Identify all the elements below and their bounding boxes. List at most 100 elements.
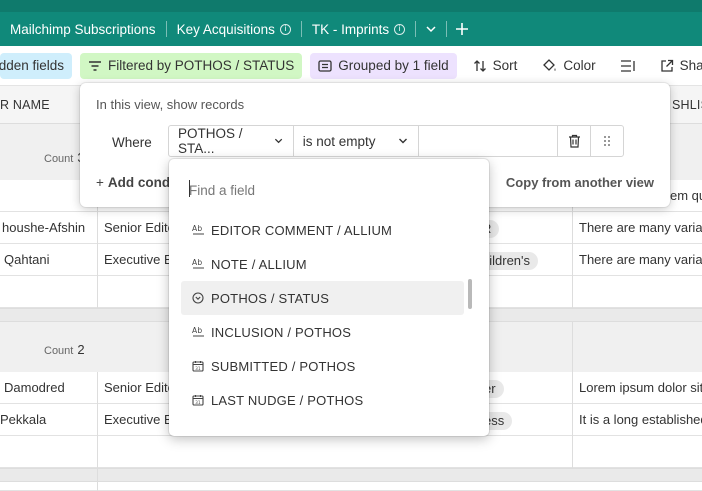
filter-popover-title: In this view, show records [96, 97, 245, 112]
table-row[interactable] [0, 482, 702, 491]
group-icon [318, 59, 332, 72]
field-option-label: EDITOR COMMENT / ALLIUM [211, 222, 393, 238]
column-header-publisher[interactable]: SHLIS [672, 98, 702, 112]
svg-text:Ab: Ab [192, 326, 202, 335]
group-count: Count 2 [44, 342, 85, 357]
more-tables-button[interactable] [416, 12, 446, 46]
cell-description: There are many variat [579, 220, 702, 235]
filter-button[interactable]: Filtered by POTHOS / STATUS [80, 52, 303, 79]
color-button[interactable]: Color [533, 53, 603, 79]
operator-select-value: is not empty [302, 133, 376, 149]
dropdown-scrollbar[interactable] [468, 279, 472, 309]
chevron-down-icon [426, 26, 436, 33]
cell-description: It is a long established [579, 412, 702, 427]
svg-text:Ab: Ab [192, 224, 202, 233]
share-icon [661, 59, 673, 72]
tab-key-acquisitions[interactable]: Key Acquisitions i [167, 12, 301, 46]
cell-name: houshe-Afshin [2, 220, 86, 235]
add-condition-button[interactable]: + Add cond [96, 175, 170, 190]
chevron-down-icon [398, 138, 407, 144]
field-option[interactable]: Ab EDITOR COMMENT / ALLIUM [181, 213, 464, 247]
field-option-label: POTHOS / STATUS [211, 290, 330, 306]
field-option[interactable]: Ab NOTE / ALLIUM [181, 247, 464, 281]
calendar-icon: 31 [191, 359, 205, 373]
field-options-list: 31LAST ED. COMM / ALLIUMAbEDITOR COMMENT… [181, 189, 464, 429]
field-option[interactable]: POTHOS / STATUS [181, 281, 464, 315]
delete-condition-button[interactable] [558, 126, 592, 156]
sort-button[interactable]: Sort [465, 53, 526, 79]
share-button[interactable]: Share an [652, 53, 702, 79]
cell-name: Damodred [4, 380, 65, 395]
svg-text:31: 31 [195, 400, 201, 405]
operator-select[interactable]: is not empty [294, 126, 419, 156]
tab-label: Mailchimp Subscriptions [10, 21, 156, 37]
field-option[interactable]: 31 LAST NUDGE / POTHOS [181, 383, 464, 417]
field-select[interactable]: POTHOS / STA... [169, 126, 294, 156]
column-header-name[interactable]: R NAME [0, 98, 50, 112]
empty-row[interactable] [0, 436, 702, 468]
column-divider [572, 322, 573, 469]
cell-description: Lorem ipsum dolor sit [579, 380, 702, 395]
svg-text:Ab: Ab [192, 258, 202, 267]
row-height-icon [620, 59, 635, 72]
table-tab-bar: Mailchimp Subscriptions Key Acquisitions… [0, 12, 702, 46]
paint-bucket-icon [543, 58, 556, 71]
field-option[interactable]: Ab INCLUSION / POTHOS [181, 315, 464, 349]
calendar-icon: 31 [191, 393, 205, 407]
hidden-fields-label: dden fields [0, 58, 64, 73]
filter-label: Filtered by POTHOS / STATUS [108, 58, 295, 73]
text-caret [189, 180, 190, 197]
info-icon: i [279, 23, 291, 35]
add-condition-label: Add cond [107, 175, 171, 190]
field-option-label: INCLUSION / POTHOS [211, 324, 352, 340]
chevron-down-icon [274, 138, 282, 144]
cell-description: There are many variat [579, 252, 702, 267]
where-label: Where [112, 135, 152, 150]
field-dropdown: 31LAST ED. COMM / ALLIUMAbEDITOR COMMENT… [169, 159, 489, 436]
color-label: Color [563, 58, 596, 73]
field-option[interactable]: 31 SUBMITTED / POTHOS [181, 349, 464, 383]
cell-title: Senior Edito [104, 380, 175, 395]
group-label: Grouped by 1 field [338, 58, 449, 73]
group-button[interactable]: Grouped by 1 field [310, 52, 457, 79]
cell-description: em qu [670, 188, 702, 203]
drag-condition-handle[interactable] [591, 126, 623, 156]
plus-icon: + [96, 175, 104, 190]
drag-handle-icon [604, 136, 611, 146]
field-option-label: NOTE / ALLIUM [211, 256, 307, 272]
app-top-strip [0, 0, 702, 12]
group-separator [0, 468, 702, 482]
field-select-value: POTHOS / STA... [178, 126, 243, 156]
field-option-label: LAST NUDGE / POTHOS [211, 392, 364, 408]
filter-value-input[interactable] [419, 126, 559, 156]
single-select-icon [191, 291, 205, 305]
add-table-button[interactable] [447, 12, 477, 46]
tab-tk-imprints[interactable]: TK - Imprints i [302, 12, 415, 46]
group-count: Count3 [44, 150, 85, 165]
cell-name: Qahtani [4, 252, 50, 267]
copy-from-view-button[interactable]: Copy from another view [506, 175, 654, 190]
tab-label: Key Acquisitions [176, 21, 275, 37]
long-text-icon: Ab [191, 325, 205, 339]
filter-icon [89, 60, 101, 71]
tab-mailchimp-subscriptions[interactable]: Mailchimp Subscriptions [0, 12, 166, 46]
find-field-container [181, 173, 471, 207]
field-option-label: SUBMITTED / POTHOS [211, 358, 356, 374]
cell-title: Executive E [104, 412, 173, 427]
trash-icon [568, 134, 580, 148]
column-divider [97, 372, 98, 491]
cell-title: Senior Edito [104, 220, 175, 235]
long-text-icon: Ab [191, 257, 205, 271]
row-height-button[interactable] [612, 53, 644, 79]
svg-text:31: 31 [195, 366, 201, 371]
cell-title: Executive E [104, 252, 173, 267]
plus-icon [456, 23, 469, 35]
find-field-input[interactable] [181, 173, 471, 207]
info-icon: i [394, 23, 406, 35]
share-label: Share an [679, 58, 702, 73]
tab-label: TK - Imprints [311, 21, 390, 37]
cell-name: Pekkala [0, 412, 47, 427]
filter-condition: POTHOS / STA... is not empty [168, 125, 624, 157]
hidden-fields-button[interactable]: dden fields [0, 52, 72, 79]
sort-icon [473, 59, 486, 72]
